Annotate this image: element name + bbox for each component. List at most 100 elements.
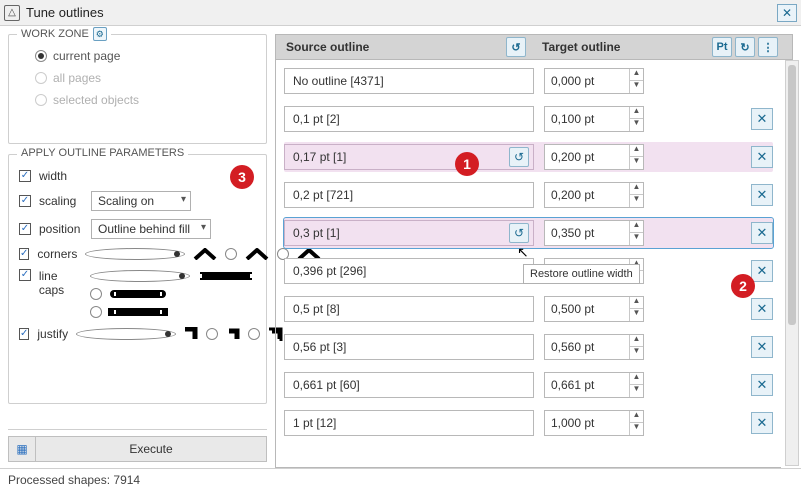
linecap-round-icon [108,287,168,301]
checkbox-scaling[interactable] [19,195,31,207]
target-value: 0,500 pt [545,302,629,316]
callout-2: 2 [731,274,755,298]
target-cell[interactable]: 0,100 pt▲▼ [544,106,644,132]
param-scaling-label: scaling [39,194,83,208]
restore-row-button[interactable]: ↺ [509,223,529,243]
titlebar: △ Tune outlines ✕ [0,0,801,26]
source-cell: 0,661 pt [60] [284,372,534,398]
statusbar: Processed shapes: 7914 [0,468,801,492]
param-width-label: width [39,169,67,183]
source-label: 0,2 pt [721] [293,188,353,202]
scrollbar[interactable] [785,60,799,466]
justify-center-icon [224,327,242,341]
reset-row-button[interactable]: ✕ [751,222,773,244]
linecap-opt-2[interactable] [90,288,102,300]
restore-row-button[interactable]: ↺ [509,147,529,167]
window-title: Tune outlines [26,5,777,20]
reset-row-button[interactable]: ✕ [751,374,773,396]
spinner[interactable]: ▲▼ [629,69,643,93]
table-row[interactable]: 0,661 pt [60] 0,661 pt▲▼ ✕ [284,370,773,400]
units-button[interactable]: Pt [712,37,732,57]
target-cell[interactable]: 0,560 pt▲▼ [544,334,644,360]
spinner[interactable]: ▲▼ [629,335,643,359]
source-label: 0,661 pt [60] [293,378,360,392]
spinner[interactable]: ▲▼ [629,373,643,397]
param-position-label: position [39,222,83,236]
source-label: 0,1 pt [2] [293,112,340,126]
reset-row-button[interactable]: ✕ [751,298,773,320]
gear-icon[interactable]: ⚙ [93,27,107,41]
target-cell[interactable]: 0,350 pt▲▼ [544,220,644,246]
apply-legend: APPLY OUTLINE PARAMETERS [17,147,188,159]
right-panel: Source outline ↺ Target outline Pt ↻ ⋮ N… [275,26,801,468]
source-label: 0,56 pt [3] [293,340,346,354]
target-cell[interactable]: 0,500 pt▲▼ [544,296,644,322]
target-cell[interactable]: 1,000 pt▲▼ [544,410,644,436]
param-linecaps-label: line caps [39,269,82,297]
table-row[interactable]: 0,1 pt [2] 0,100 pt▲▼ ✕ [284,104,773,134]
table-row[interactable]: No outline [4371] 0,000 pt▲▼ [284,66,773,96]
checkbox-position[interactable] [19,223,31,235]
app-icon: △ [4,5,20,21]
reset-row-button[interactable]: ✕ [751,184,773,206]
workzone-current-page-label: current page [53,49,120,63]
source-label: 1 pt [12] [293,416,336,430]
corner-miter-icon [191,247,219,261]
workzone-all-pages[interactable]: all pages [19,67,256,89]
checkbox-linecaps[interactable] [19,269,31,281]
justify-opt-3[interactable] [248,328,260,340]
checkbox-justify[interactable] [19,328,29,340]
target-cell[interactable]: 0,000 pt▲▼ [544,68,644,94]
justify-opt-2[interactable] [206,328,218,340]
target-value: 1,000 pt [545,416,629,430]
source-cell: No outline [4371] [284,68,534,94]
linecap-square-icon [108,305,168,319]
table-row[interactable]: 0,2 pt [721] 0,200 pt▲▼ ✕ [284,180,773,210]
target-cell[interactable]: 0,661 pt▲▼ [544,372,644,398]
param-linecaps: line caps [19,265,256,323]
close-button[interactable]: ✕ [777,4,797,22]
table-row[interactable]: 0,17 pt [1]↺0,200 pt▲▼✕ [284,142,773,172]
target-cell[interactable]: 0,200 pt▲▼ [544,144,644,170]
checkbox-corners[interactable] [19,248,29,260]
status-text: Processed shapes: 7914 [8,473,140,487]
more-button[interactable]: ⋮ [758,37,778,57]
table-row[interactable]: 1 pt [12] 1,000 pt▲▼ ✕ [284,408,773,438]
reset-row-button[interactable]: ✕ [751,108,773,130]
restore-all-source-button[interactable]: ↺ [506,37,526,57]
workzone-all-pages-label: all pages [53,71,101,85]
refresh-button[interactable]: ↻ [735,37,755,57]
corner-opt-1[interactable] [85,248,185,260]
corner-opt-2[interactable] [225,248,237,260]
table-row[interactable]: 0,5 pt [8]0,500 pt▲▼✕ [284,294,773,324]
reset-row-button[interactable]: ✕ [751,146,773,168]
workzone-selected-objects-label: selected objects [53,93,139,107]
spinner[interactable]: ▲▼ [629,411,643,435]
reset-row-button[interactable]: ✕ [751,412,773,434]
spinner[interactable]: ▲▼ [629,297,643,321]
param-position: position Outline behind fill [19,215,256,243]
scaling-select[interactable]: Scaling on [91,191,191,211]
reset-row-button[interactable]: ✕ [751,336,773,358]
workzone-current-page[interactable]: current page [19,45,256,67]
spinner[interactable]: ▲▼ [629,183,643,207]
linecap-opt-1[interactable] [90,270,190,282]
spinner[interactable]: ▲▼ [629,221,643,245]
table-row[interactable]: 0,56 pt [3] 0,560 pt▲▼ ✕ [284,332,773,362]
position-select[interactable]: Outline behind fill [91,219,211,239]
justify-opt-1[interactable] [76,328,176,340]
workzone-selected-objects[interactable]: selected objects [19,89,256,111]
target-value: 0,350 pt [545,226,629,240]
target-cell[interactable]: 0,200 pt▲▼ [544,182,644,208]
spinner[interactable]: ▲▼ [629,107,643,131]
execute-button[interactable]: Execute [36,436,267,462]
execute-icon[interactable]: ▦ [8,436,36,462]
apply-group: APPLY OUTLINE PARAMETERS 3 width scaling… [8,154,267,404]
spinner[interactable]: ▲▼ [629,145,643,169]
checkbox-width[interactable] [19,170,31,182]
callout-1: 1 [455,152,479,176]
reset-row-button[interactable]: ✕ [751,260,773,282]
scrollbar-thumb[interactable] [788,65,796,325]
source-label: No outline [4371] [293,74,384,88]
linecap-opt-3[interactable] [90,306,102,318]
